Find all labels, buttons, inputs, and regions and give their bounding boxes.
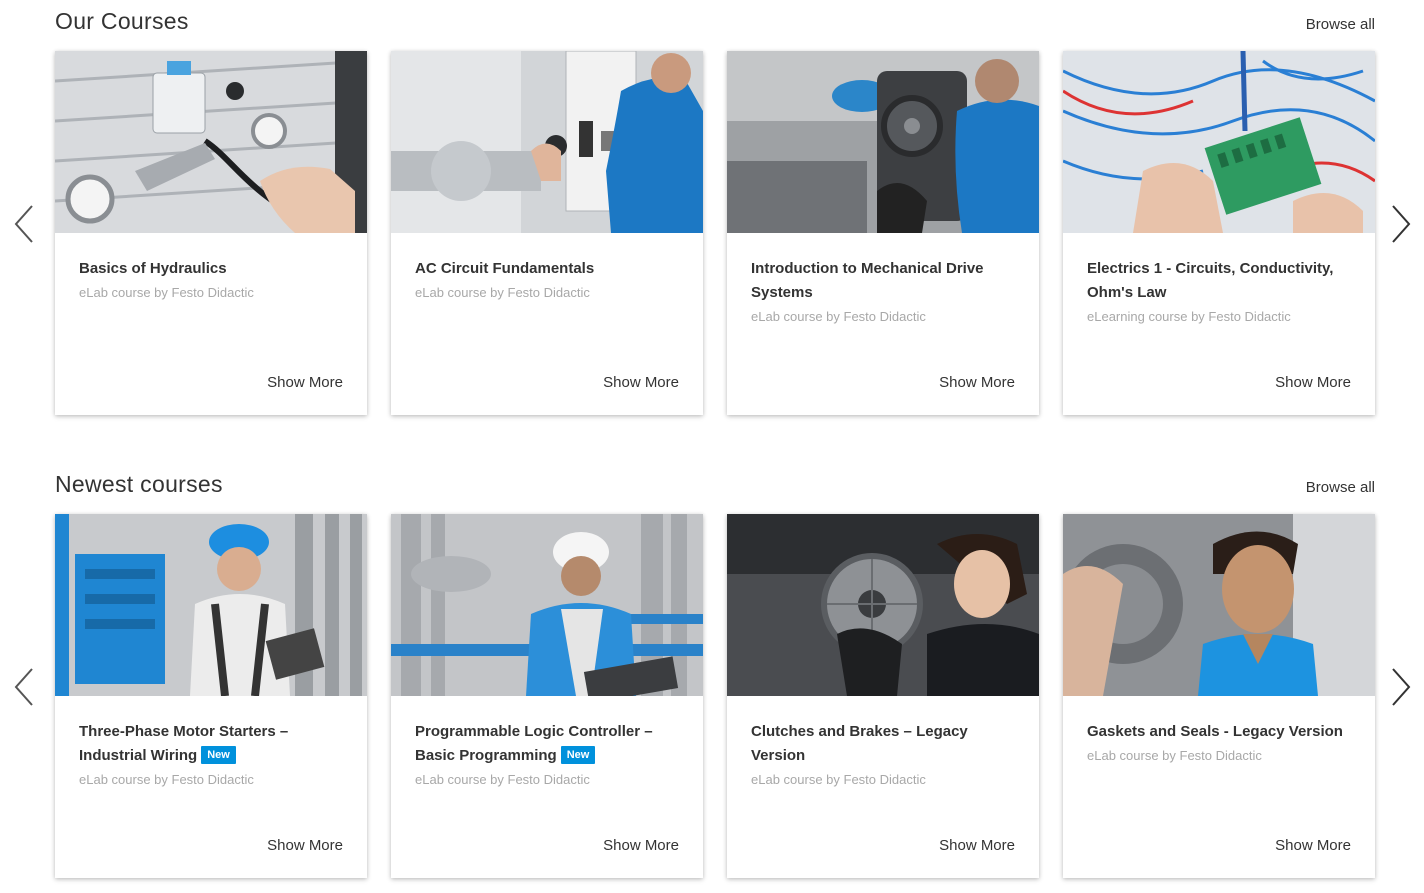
card-body: Electrics 1 - Circuits, Conductivity, Oh… [1087,257,1351,326]
ac-circuit-photo [391,51,703,233]
show-more-link[interactable]: Show More [603,374,679,391]
card-title: Basics of Hydraulics [79,260,227,277]
carousel-next-button[interactable] [1385,665,1415,709]
card-body: Basics of Hydraulics eLab course by Fest… [79,257,343,302]
course-card[interactable]: Programmable Logic Controller – Basic Pr… [391,514,703,878]
newest-courses-section: Newest courses Browse all Three-Phase Mo… [0,463,1424,893]
chevron-left-icon [14,205,33,243]
section-title: Our Courses [55,8,189,34]
card-title: Electrics 1 - Circuits, Conductivity, Oh… [1087,260,1334,301]
mechanical-drive-photo [727,51,1039,233]
show-more-link[interactable]: Show More [1275,374,1351,391]
show-more-link[interactable]: Show More [1275,837,1351,854]
carousel-prev-button[interactable] [10,202,40,246]
card-subtitle: eLab course by Festo Didactic [79,772,254,787]
course-card[interactable]: Electrics 1 - Circuits, Conductivity, Oh… [1063,51,1375,415]
card-title: Three-Phase Motor Starters – Industrial … [79,723,289,764]
card-subtitle: eLearning course by Festo Didactic [1087,309,1291,324]
section-title: Newest courses [55,471,223,497]
show-more-link[interactable]: Show More [939,837,1015,854]
course-carousel: Basics of Hydraulics eLab course by Fest… [55,51,1376,415]
card-body: Gaskets and Seals - Legacy Version eLab … [1087,720,1351,765]
show-more-link[interactable]: Show More [603,837,679,854]
card-body: AC Circuit Fundamentals eLab course by F… [415,257,679,302]
card-title: AC Circuit Fundamentals [415,260,595,277]
card-body: Clutches and Brakes – Legacy Version eLa… [751,720,1015,789]
plc-photo [391,514,703,696]
motor-starters-photo [55,514,367,696]
card-body: Programmable Logic Controller – Basic Pr… [415,720,679,789]
gaskets-photo [1063,514,1375,696]
hydraulics-photo [55,51,367,233]
show-more-link[interactable]: Show More [939,374,1015,391]
card-subtitle: eLab course by Festo Didactic [415,772,590,787]
section-header: Our Courses Browse all [55,6,1375,40]
card-title: Clutches and Brakes – Legacy Version [751,723,968,764]
course-card[interactable]: Clutches and Brakes – Legacy Version eLa… [727,514,1039,878]
new-badge: New [560,746,596,764]
card-subtitle: eLab course by Festo Didactic [415,285,590,300]
course-card[interactable]: AC Circuit Fundamentals eLab course by F… [391,51,703,415]
browse-all-link[interactable]: Browse all [1306,16,1375,33]
card-subtitle: eLab course by Festo Didactic [79,285,254,300]
chevron-right-icon [1392,668,1411,706]
course-card[interactable]: Three-Phase Motor Starters – Industrial … [55,514,367,878]
card-title: Programmable Logic Controller – Basic Pr… [415,723,653,764]
electrics-photo [1063,51,1375,233]
card-title: Gaskets and Seals - Legacy Version [1087,723,1343,740]
card-subtitle: eLab course by Festo Didactic [751,772,926,787]
our-courses-section: Our Courses Browse all Basics of Hydraul… [0,0,1424,440]
card-body: Introduction to Mechanical Drive Systems… [751,257,1015,326]
course-card[interactable]: Introduction to Mechanical Drive Systems… [727,51,1039,415]
chevron-right-icon [1392,205,1411,243]
card-subtitle: eLab course by Festo Didactic [1087,748,1262,763]
card-subtitle: eLab course by Festo Didactic [751,309,926,324]
carousel-prev-button[interactable] [10,665,40,709]
carousel-next-button[interactable] [1385,202,1415,246]
show-more-link[interactable]: Show More [267,837,343,854]
chevron-left-icon [14,668,33,706]
card-title: Introduction to Mechanical Drive Systems [751,260,984,301]
browse-all-link[interactable]: Browse all [1306,479,1375,496]
section-header: Newest courses Browse all [55,469,1375,503]
show-more-link[interactable]: Show More [267,374,343,391]
course-card[interactable]: Basics of Hydraulics eLab course by Fest… [55,51,367,415]
clutches-photo [727,514,1039,696]
card-body: Three-Phase Motor Starters – Industrial … [79,720,343,789]
course-card[interactable]: Gaskets and Seals - Legacy Version eLab … [1063,514,1375,878]
course-carousel: Three-Phase Motor Starters – Industrial … [55,514,1376,878]
new-badge: New [201,746,236,764]
